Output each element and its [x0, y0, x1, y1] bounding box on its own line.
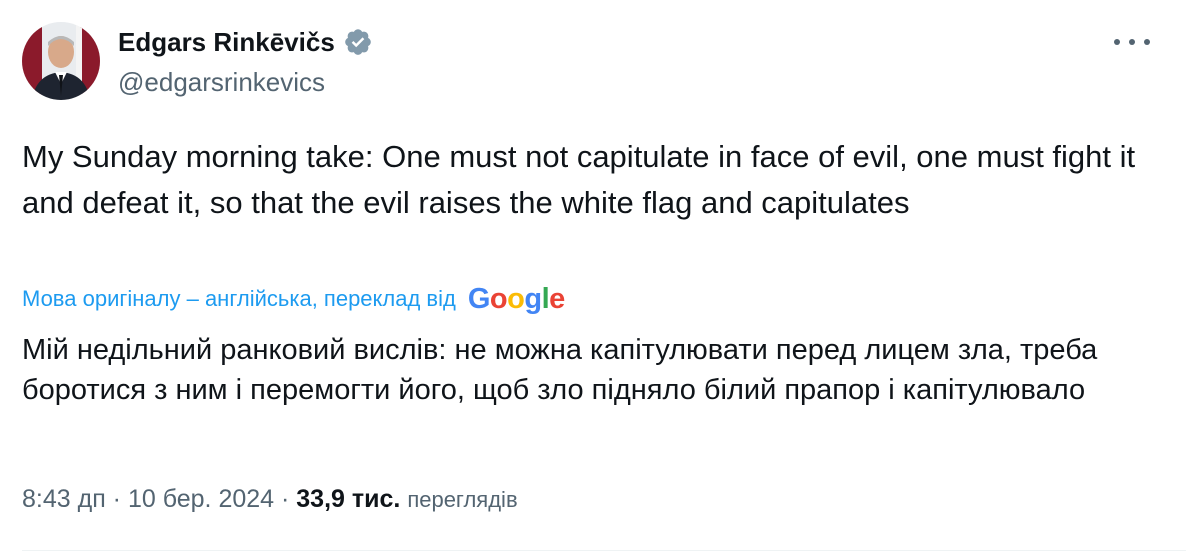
translation-attribution[interactable]: Мова оригіналу – англійська, переклад ві…	[22, 280, 565, 318]
more-icon-dot-3	[1144, 39, 1150, 45]
meta-separator: ·	[274, 485, 297, 513]
author-name-text: Edgars Rinkēvičs	[118, 27, 335, 57]
google-logo-letter: g	[524, 282, 542, 315]
tweet-text: My Sunday morning take: One must not cap…	[22, 139, 1136, 220]
views-count[interactable]: 33,9 тис.	[296, 485, 400, 513]
google-logo-letter: G	[467, 282, 491, 315]
tweet-card: Edgars Rinkēvičs @edgarsrinkevics My Sun…	[0, 0, 1186, 560]
google-logo-letter: o	[489, 282, 508, 315]
author-name[interactable]: Edgars Rinkēvičs	[118, 24, 373, 60]
profile-photo-icon	[22, 22, 100, 100]
views-label[interactable]: переглядів	[407, 487, 517, 512]
tweet-meta: 8:43 дп · 10 бер. 2024 · 33,9 тис. перег…	[22, 482, 518, 517]
translated-tweet-text: Мій недільний ранковий вислів: не можна …	[22, 334, 1098, 406]
google-logo-letter: l	[541, 282, 550, 315]
google-logo: Google	[468, 283, 565, 316]
verified-badge-icon[interactable]	[343, 27, 373, 57]
more-icon-dot-1	[1114, 39, 1120, 45]
tweet-date[interactable]: 10 бер. 2024	[128, 485, 274, 513]
google-logo-letter: o	[507, 282, 525, 315]
translation-note[interactable]: Мова оригіналу – англійська, переклад ві…	[22, 286, 456, 312]
more-icon-dot-2	[1129, 39, 1135, 45]
meta-separator: ·	[105, 485, 128, 513]
author-avatar[interactable]	[22, 22, 100, 100]
tweet-time[interactable]: 8:43 дп	[22, 485, 106, 513]
google-logo-letter: e	[549, 282, 565, 315]
divider	[22, 550, 1186, 551]
author-handle[interactable]: @edgarsrinkevics	[118, 64, 325, 100]
more-options-button[interactable]	[1114, 30, 1150, 54]
